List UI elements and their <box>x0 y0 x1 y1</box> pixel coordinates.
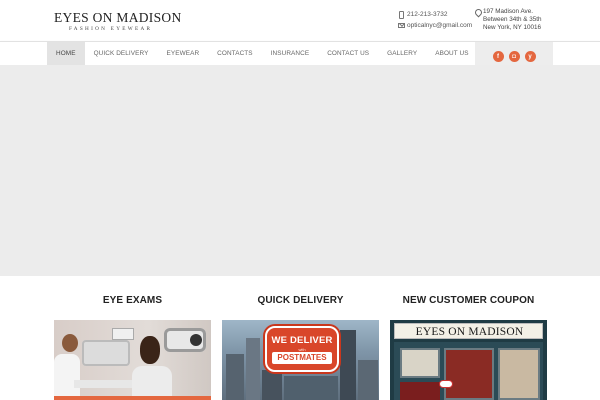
nav-item-gallery[interactable]: GALLERY <box>378 42 426 65</box>
nav-item-contact-us[interactable]: CONTACT US <box>318 42 378 65</box>
instagram-icon[interactable]: ◘ <box>508 51 520 62</box>
site-header: EYES ON MADISON FASHION EYEWEAR 212-213-… <box>0 0 600 41</box>
store-sign: EYES ON MADISON <box>394 323 543 339</box>
feature-title[interactable]: NEW CUSTOMER COUPON <box>390 276 547 326</box>
nav-item-home[interactable]: HOME <box>47 42 85 65</box>
feature-new-customer-coupon: NEW CUSTOMER COUPON EYES ON MADISON <box>390 276 547 400</box>
delivery-badge: WE DELIVER with POSTMATES <box>265 326 339 372</box>
nav-item-eyewear[interactable]: EYEWEAR <box>158 42 209 65</box>
address-line-2: Between 34th & 35th <box>483 16 542 24</box>
main-nav: HOME QUICK DELIVERY EYEWEAR CONTACTS INS… <box>47 42 478 65</box>
phone-number[interactable]: 212-213-3732 <box>407 11 447 18</box>
nav-item-insurance[interactable]: INSURANCE <box>262 42 319 65</box>
badge-line-2: POSTMATES <box>272 352 332 364</box>
address-line-1: 197 Madison Ave. <box>483 8 533 15</box>
nav-item-quick-delivery[interactable]: QUICK DELIVERY <box>85 42 158 65</box>
feature-title[interactable]: QUICK DELIVERY <box>222 276 379 326</box>
mail-icon <box>397 23 405 28</box>
site-logo[interactable]: EYES ON MADISON FASHION EYEWEAR <box>54 10 182 33</box>
social-links: f ◘ y <box>475 42 553 65</box>
eye-exam-photo[interactable] <box>54 320 211 400</box>
nav-item-about-us[interactable]: ABOUT US <box>426 42 477 65</box>
email-link[interactable]: opticalnyc@gmail.com <box>407 22 472 29</box>
main-navbar: HOME QUICK DELIVERY EYEWEAR CONTACTS INS… <box>0 41 600 65</box>
logo-title: EYES ON MADISON <box>54 10 182 25</box>
contact-info: 212-213-3732 opticalnyc@gmail.com <box>397 9 472 31</box>
badge-line-1: WE DELIVER <box>271 335 333 346</box>
phone-icon <box>397 10 405 19</box>
email-row: opticalnyc@gmail.com <box>397 20 472 31</box>
store-sign-text: EYES ON MADISON <box>415 326 524 338</box>
address-block: 197 Madison Ave. Between 34th & 35th New… <box>473 7 542 33</box>
feature-title[interactable]: EYE EXAMS <box>54 276 211 326</box>
yelp-icon[interactable]: y <box>524 51 536 62</box>
hero-slider[interactable] <box>0 65 600 276</box>
map-pin-icon <box>473 7 484 18</box>
address-line-3: New York, NY 10016 <box>483 24 541 32</box>
we-deliver-postmates-photo[interactable]: WE DELIVER with POSTMATES <box>222 320 379 400</box>
feature-eye-exams: EYE EXAMS <box>54 276 211 400</box>
facebook-icon[interactable]: f <box>492 51 504 62</box>
logo-subtitle: FASHION EYEWEAR <box>69 26 153 32</box>
feature-quick-delivery: QUICK DELIVERY WE DELIVER with POSTMATES <box>222 276 379 400</box>
phone-row: 212-213-3732 <box>397 9 472 20</box>
storefront-photo[interactable]: EYES ON MADISON <box>390 320 547 400</box>
nav-item-contacts[interactable]: CONTACTS <box>208 42 261 65</box>
